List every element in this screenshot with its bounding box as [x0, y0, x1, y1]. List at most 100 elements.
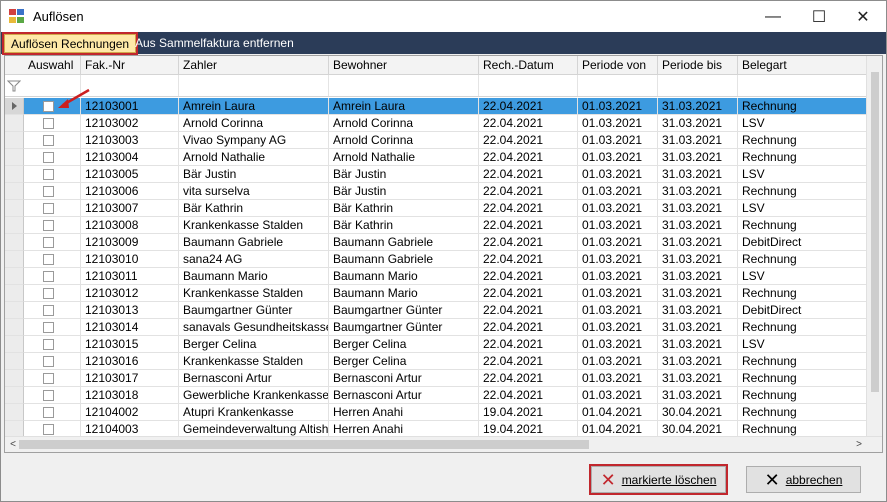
table-row[interactable]: 12103015 Berger Celina Berger Celina 22.04.…	[5, 336, 868, 353]
row-indicator[interactable]	[5, 166, 24, 183]
table-cell: 12103013	[81, 302, 179, 319]
filter-cell[interactable]	[738, 75, 868, 96]
row-indicator[interactable]	[5, 149, 24, 166]
table-cell: Rechnung	[738, 353, 868, 370]
table-row[interactable]: 12103007 Bär Kathrin Bär Kathrin 22.04.2021…	[5, 200, 868, 217]
close-icon[interactable]: ✕	[840, 1, 886, 32]
table-cell: 12103003	[81, 132, 179, 149]
column-header[interactable]: Belegart	[738, 56, 868, 75]
window-title: Auflösen	[33, 9, 84, 24]
auswahl-checkbox[interactable]	[43, 220, 54, 231]
vertical-scrollbar[interactable]	[866, 56, 882, 436]
row-indicator[interactable]	[5, 387, 24, 404]
row-indicator[interactable]	[5, 336, 24, 353]
table-row[interactable]: 12103012 Krankenkasse Stalden Baumann Mari…	[5, 285, 868, 302]
row-indicator[interactable]	[5, 183, 24, 200]
horizontal-scroll-thumb[interactable]	[19, 440, 589, 449]
row-indicator[interactable]	[5, 370, 24, 387]
column-header[interactable]: Fak.-Nr	[81, 56, 179, 75]
table-row[interactable]: 12103006 vita surselva Bär Justin 22.04.202…	[5, 183, 868, 200]
row-indicator[interactable]	[5, 98, 24, 115]
vertical-scroll-thumb[interactable]	[871, 72, 879, 392]
row-indicator[interactable]	[5, 319, 24, 336]
filter-cell[interactable]	[658, 75, 738, 96]
column-header[interactable]: Zahler	[179, 56, 329, 75]
cancel-button[interactable]: ✕ abbrechen	[746, 466, 861, 493]
row-indicator[interactable]	[5, 268, 24, 285]
auswahl-checkbox[interactable]	[43, 424, 54, 435]
table-row[interactable]: 12103005 Bär Justin Bär Justin 22.04.2021 01…	[5, 166, 868, 183]
tab-aus-sammelfaktura-entfernen[interactable]: Aus Sammelfaktura entfernen	[129, 34, 300, 53]
table-row[interactable]: 12103017 Bernasconi Artur Bernasconi Artur…	[5, 370, 868, 387]
auswahl-checkbox[interactable]	[43, 271, 54, 282]
table-row[interactable]: 12104002 Atupri Krankenkasse Herren Anahi 1…	[5, 404, 868, 421]
auswahl-checkbox[interactable]	[43, 407, 54, 418]
auswahl-checkbox[interactable]	[43, 169, 54, 180]
table-cell: LSV	[738, 268, 868, 285]
auswahl-checkbox[interactable]	[43, 288, 54, 299]
row-indicator[interactable]	[5, 285, 24, 302]
auswahl-checkbox[interactable]	[43, 390, 54, 401]
column-header[interactable]: Periode bis	[658, 56, 738, 75]
table-row[interactable]: 12103009 Baumann Gabriele Baumann Gabriele…	[5, 234, 868, 251]
tab-aufloesen-rechnungen[interactable]: Auflösen Rechnungen	[1, 32, 139, 55]
table-row[interactable]: 12103013 Baumgartner Günter Baumgartner Gü…	[5, 302, 868, 319]
scroll-right-icon[interactable]: >	[852, 438, 866, 452]
minimize-icon[interactable]: —	[750, 1, 796, 32]
column-header[interactable]: Auswahl	[24, 56, 81, 75]
row-indicator[interactable]	[5, 115, 24, 132]
table-row[interactable]: 12103010 sana24 AG Baumann Gabriele 22.04.2…	[5, 251, 868, 268]
scroll-left-icon[interactable]: <	[6, 438, 20, 452]
table-row[interactable]: 12103014 sanavals Gesundheitskasse Baumgar…	[5, 319, 868, 336]
column-header[interactable]: Rech.-Datum	[479, 56, 578, 75]
column-header[interactable]: Periode von	[578, 56, 658, 75]
filter-cell[interactable]	[479, 75, 578, 96]
maximize-icon[interactable]: ☐	[796, 1, 842, 32]
auswahl-checkbox[interactable]	[43, 305, 54, 316]
filter-row[interactable]	[5, 75, 882, 97]
delete-marked-button[interactable]: ✕ markierte löschen	[589, 464, 728, 495]
auswahl-checkbox[interactable]	[43, 152, 54, 163]
table-row[interactable]: 12103011 Baumann Mario Baumann Mario 22.04.…	[5, 268, 868, 285]
row-indicator[interactable]	[5, 234, 24, 251]
table-cell: LSV	[738, 200, 868, 217]
auswahl-checkbox[interactable]	[43, 254, 54, 265]
auswahl-checkbox[interactable]	[43, 135, 54, 146]
table-row[interactable]: 12103003 Vivao Sympany AG Arnold Corinna 22…	[5, 132, 868, 149]
auswahl-checkbox[interactable]	[43, 356, 54, 367]
invoice-grid[interactable]: Auswahl Fak.-Nr Zahler Bewohner Rech.-Datum P…	[4, 55, 883, 453]
table-row[interactable]: 12103008 Krankenkasse Stalden Bär Kathrin 2…	[5, 217, 868, 234]
row-indicator[interactable]	[5, 132, 24, 149]
table-cell: 12103008	[81, 217, 179, 234]
horizontal-scrollbar[interactable]: < >	[5, 436, 882, 452]
filter-icon[interactable]	[7, 80, 21, 92]
row-indicator[interactable]	[5, 404, 24, 421]
table-row[interactable]: 12103018 Gewerbliche Krankenkasse Bernasco…	[5, 387, 868, 404]
filter-cell[interactable]	[578, 75, 658, 96]
row-indicator[interactable]	[5, 302, 24, 319]
auswahl-checkbox[interactable]	[43, 373, 54, 384]
auswahl-checkbox[interactable]	[43, 339, 54, 350]
row-indicator[interactable]	[5, 217, 24, 234]
filter-cell[interactable]	[179, 75, 329, 96]
table-row[interactable]: 12103016 Krankenkasse Stalden Berger Celin…	[5, 353, 868, 370]
row-indicator[interactable]	[5, 353, 24, 370]
filter-cell[interactable]	[81, 75, 179, 96]
auswahl-checkbox[interactable]	[43, 186, 54, 197]
row-indicator[interactable]	[5, 200, 24, 217]
auswahl-checkbox[interactable]	[43, 237, 54, 248]
title-bar[interactable]: Auflösen — ☐ ✕	[1, 1, 886, 32]
filter-cell[interactable]	[329, 75, 479, 96]
auswahl-checkbox[interactable]	[43, 322, 54, 333]
table-row[interactable]: 12103002 Arnold Corinna Arnold Corinna 22.0…	[5, 115, 868, 132]
table-row[interactable]: 12103001 Amrein Laura Amrein Laura 22.04.20…	[5, 98, 868, 115]
cancel-x-icon: ✕	[764, 469, 780, 490]
table-cell: Baumann Mario	[329, 268, 479, 285]
row-indicator[interactable]	[5, 251, 24, 268]
table-row[interactable]: 12103004 Arnold Nathalie Arnold Nathalie 22…	[5, 149, 868, 166]
auswahl-checkbox[interactable]	[43, 203, 54, 214]
column-header[interactable]: Bewohner	[329, 56, 479, 75]
table-cell: 12103007	[81, 200, 179, 217]
auswahl-checkbox[interactable]	[43, 118, 54, 129]
auswahl-checkbox[interactable]	[43, 101, 54, 112]
